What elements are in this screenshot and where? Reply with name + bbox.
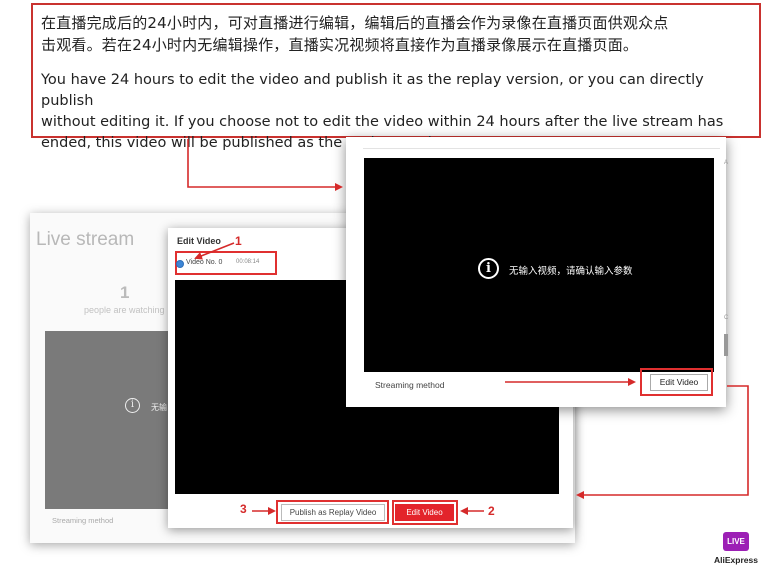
live-badge: LIVE	[723, 532, 749, 551]
edit-video-title: Edit Video	[177, 236, 221, 246]
video-name[interactable]: Video No. 0	[186, 259, 222, 266]
streaming-method-label: Streaming method	[375, 380, 445, 390]
aliexpress-logo: LIVE AliExpress	[711, 530, 761, 570]
viewer-count: 1	[120, 283, 130, 302]
live-streaming-method-label: Streaming method	[52, 516, 114, 525]
side-label-a: A	[724, 160, 729, 166]
stream-top-divider	[363, 148, 720, 149]
note-en-line-2: without editing it. If you choose not to…	[41, 114, 724, 130]
note-zh-line-1: 在直播完成后的24小时内，可对直播进行编辑，编辑后的直播会作为录像在直播页面供观…	[41, 14, 669, 32]
note-zh-line-2: 击观看。若在24小时内无编辑操作，直播实况视频将直接作为直播录像展示在直播页面。	[41, 36, 639, 54]
info-icon: i	[478, 258, 499, 279]
live-stream-title: Live stream	[36, 229, 135, 250]
live-video-area	[45, 331, 180, 509]
stream-video-player[interactable]: i 无输入视频，请确认输入参数	[364, 158, 714, 372]
side-label-c: C	[724, 315, 729, 321]
brand-name: AliExpress	[714, 555, 758, 565]
annotation-number-1: 1	[235, 234, 242, 248]
edit-video-button-red[interactable]: Edit Video	[395, 504, 454, 521]
annotation-number-2: 2	[488, 504, 495, 518]
instruction-note: 在直播完成后的24小时内，可对直播进行编辑，编辑后的直播会作为录像在直播页面供观…	[31, 3, 761, 151]
video-radio-button[interactable]	[176, 260, 184, 268]
annotation-number-3: 3	[240, 502, 247, 516]
note-chinese: 在直播完成后的24小时内，可对直播进行编辑，编辑后的直播会作为录像在直播页面供观…	[41, 12, 751, 56]
side-scrollbar[interactable]	[724, 334, 728, 356]
note-en-line-1: You have 24 hours to edit the video and …	[41, 72, 704, 109]
streaming-modal: i 无输入视频，请确认输入参数 Streaming method Edit Vi…	[346, 137, 729, 407]
video-duration: 00:08:14	[236, 259, 260, 265]
publish-replay-button[interactable]: Publish as Replay Video	[281, 504, 385, 521]
stream-info-text: 无输入视频，请确认输入参数	[509, 266, 633, 277]
viewer-label: people are watching	[84, 305, 165, 315]
live-info-text: 无输	[151, 403, 167, 412]
info-icon: i	[125, 398, 140, 413]
edit-video-button[interactable]: Edit Video	[650, 374, 708, 391]
